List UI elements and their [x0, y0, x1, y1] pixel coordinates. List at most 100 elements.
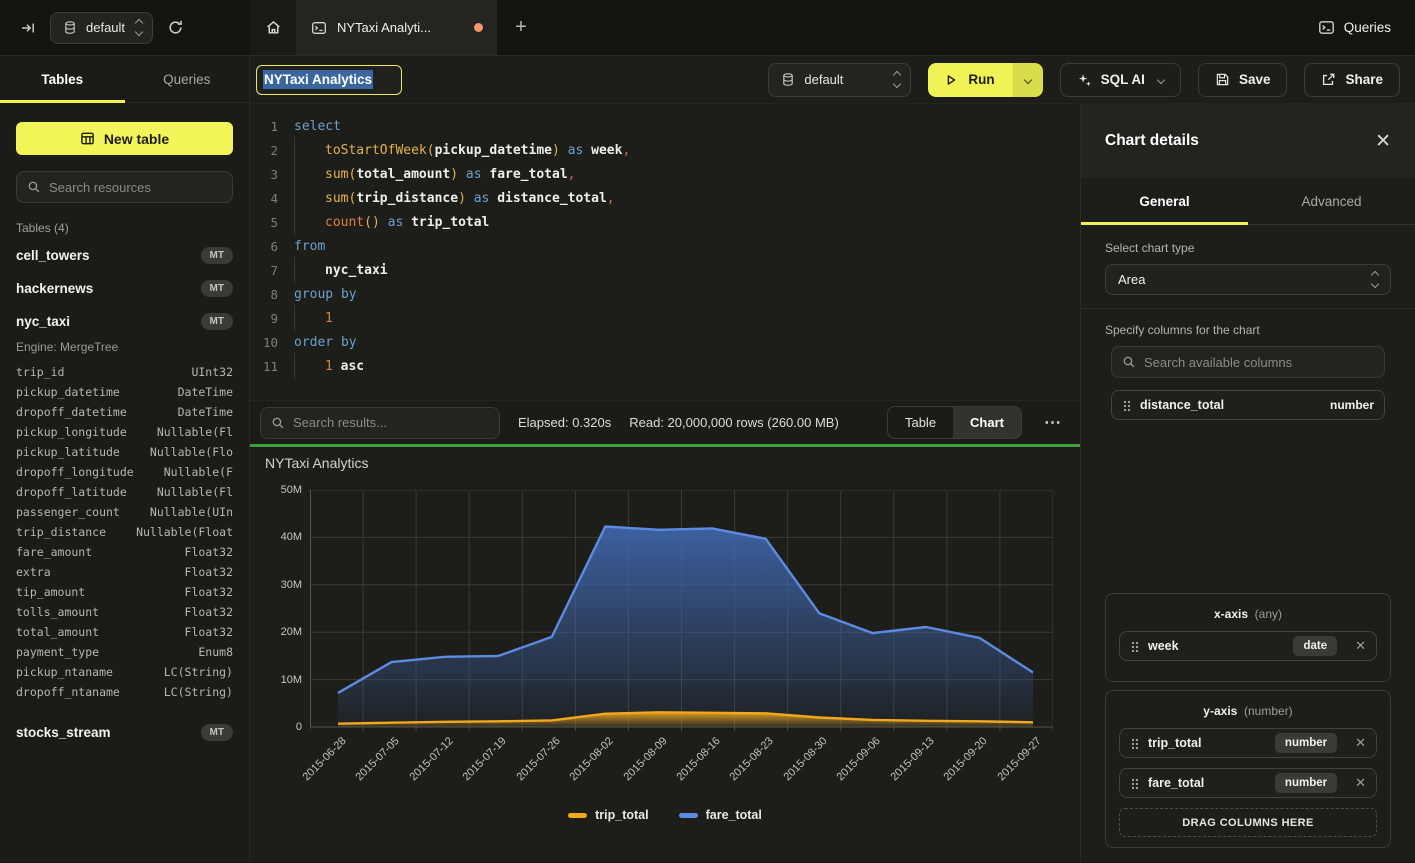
y-tick-label: 10M	[254, 674, 302, 686]
queries-button[interactable]: Queries	[1318, 19, 1391, 36]
more-options-icon[interactable]: ⋯	[1040, 413, 1066, 433]
column-row[interactable]: fare_amount Float32	[16, 542, 233, 562]
columns-search-input[interactable]	[1144, 355, 1374, 370]
column-row[interactable]: tip_amountFloat32	[16, 582, 233, 602]
column-item-distance_total[interactable]: distance_total number	[1111, 390, 1385, 420]
editor-line: 2toStartOfWeek(pickup_datetime) as week,	[250, 139, 1080, 163]
tab-advanced[interactable]: Advanced	[1248, 178, 1415, 224]
save-button[interactable]: Save	[1198, 63, 1288, 97]
column-row[interactable]: dropoff_longitudeNullable(F	[16, 462, 233, 482]
run-options-button[interactable]	[1013, 63, 1043, 97]
y-tick-label: 30M	[254, 579, 302, 591]
collapse-sidebar-icon[interactable]	[20, 20, 36, 36]
legend-item[interactable]: trip_total	[568, 808, 648, 822]
sidebar-search-input[interactable]	[49, 180, 222, 195]
column-row[interactable]: trip_idUInt32	[16, 362, 233, 382]
x-tick-label: 2015-09-27	[995, 735, 1043, 783]
new-table-button[interactable]: New table	[16, 122, 233, 155]
drag-handle-icon[interactable]	[1131, 641, 1138, 652]
column-row[interactable]: pickup_datetimeDateTime	[16, 382, 233, 402]
terminal-icon	[311, 20, 327, 36]
run-button[interactable]: Run	[928, 63, 1012, 97]
sidebar-search[interactable]	[16, 171, 233, 203]
column-row[interactable]: pickup_latitudeNullable(Flo	[16, 442, 233, 462]
results-search[interactable]	[260, 407, 500, 439]
engine-badge: MT	[201, 724, 233, 741]
column-item-trip_total[interactable]: trip_total number✕	[1119, 728, 1377, 758]
table-name: nyc_taxi	[16, 314, 70, 329]
main-area: 1select2toStartOfWeek(pickup_datetime) a…	[250, 104, 1080, 862]
column-row[interactable]: passenger_countNullable(UIn	[16, 502, 233, 522]
x-axis-heading: x-axis (any)	[1119, 603, 1377, 621]
column-row[interactable]: pickup_ntanameLC(String)	[16, 662, 233, 682]
query-database-selector[interactable]: default	[768, 63, 911, 97]
column-row[interactable]: trip_distanceNullable(Float	[16, 522, 233, 542]
tab-home[interactable]	[250, 0, 297, 55]
column-name: pickup_latitude	[16, 445, 120, 459]
share-button[interactable]: Share	[1304, 63, 1400, 97]
column-type: Float32	[185, 545, 233, 559]
refresh-icon[interactable]	[167, 19, 184, 36]
table-row[interactable]: hackernews MT	[16, 272, 233, 305]
x-tick-label: 2015-07-19	[461, 735, 509, 783]
drag-handle-icon[interactable]	[1123, 400, 1130, 411]
table-name: stocks_stream	[16, 725, 111, 740]
query-title-input[interactable]: NYTaxi Analytics	[256, 65, 402, 95]
column-type: DateTime	[178, 405, 233, 419]
share-label: Share	[1345, 72, 1383, 87]
tab-nytaxi-analytics[interactable]: NYTaxi Analyti...	[297, 0, 497, 55]
x-tick-label: 2015-07-26	[514, 735, 562, 783]
table-row[interactable]: cell_towers MT	[16, 239, 233, 272]
column-type: LC(String)	[164, 665, 233, 679]
column-row[interactable]: payment_typeEnum8	[16, 642, 233, 662]
column-row[interactable]: total_amountFloat32	[16, 622, 233, 642]
tab-tables[interactable]: Tables	[0, 56, 125, 102]
new-tab-button[interactable]: +	[497, 0, 545, 55]
close-icon[interactable]: ✕	[1375, 130, 1391, 153]
sql-editor[interactable]: 1select2toStartOfWeek(pickup_datetime) a…	[250, 104, 1080, 400]
column-row[interactable]: tolls_amountFloat32	[16, 602, 233, 622]
tab-general[interactable]: General	[1081, 178, 1248, 224]
available-columns: distance_total number	[1111, 380, 1385, 420]
column-name: fare_amount	[16, 545, 92, 559]
chart-type-select[interactable]: Area	[1105, 264, 1391, 295]
database-selector-value: default	[86, 20, 125, 35]
tables-section-label: Tables (4)	[0, 203, 249, 235]
toggle-chart[interactable]: Chart	[953, 407, 1021, 438]
area-chart-plot[interactable]	[310, 490, 1053, 737]
column-row[interactable]: dropoff_datetimeDateTime	[16, 402, 233, 422]
column-item-week[interactable]: week date✕	[1119, 631, 1377, 661]
line-number: 4	[250, 187, 278, 211]
column-name: pickup_longitude	[16, 425, 127, 439]
legend-item[interactable]: fare_total	[679, 808, 762, 822]
results-search-input[interactable]	[293, 415, 489, 430]
column-row[interactable]: dropoff_latitudeNullable(Fl	[16, 482, 233, 502]
table-row[interactable]: nyc_taxi MT	[16, 305, 233, 338]
column-row[interactable]: dropoff_ntanameLC(String)	[16, 682, 233, 702]
panel-tabs: General Advanced	[1081, 178, 1415, 225]
toggle-table[interactable]: Table	[888, 407, 953, 438]
column-type-badge: number	[1275, 733, 1337, 753]
table-row[interactable]: stocks_stream MT	[16, 716, 233, 749]
remove-icon[interactable]: ✕	[1355, 775, 1366, 791]
column-name: tip_amount	[16, 585, 85, 599]
work-row: 1select2toStartOfWeek(pickup_datetime) a…	[250, 104, 1415, 862]
column-name: trip_distance	[16, 525, 106, 539]
sql-ai-button[interactable]: SQL AI	[1060, 63, 1181, 97]
drag-handle-icon[interactable]	[1131, 778, 1138, 789]
editor-line: 7nyc_taxi	[250, 259, 1080, 283]
columns-search[interactable]	[1111, 346, 1385, 378]
database-selector[interactable]: default	[50, 12, 153, 44]
engine-badge: MT	[201, 313, 233, 330]
remove-icon[interactable]: ✕	[1355, 735, 1366, 751]
tab-queries[interactable]: Queries	[125, 56, 250, 102]
line-number: 2	[250, 139, 278, 163]
column-row[interactable]: extraFloat32	[16, 562, 233, 582]
drag-handle-icon[interactable]	[1131, 738, 1138, 749]
remove-icon[interactable]: ✕	[1355, 638, 1366, 654]
legend-swatch	[568, 813, 587, 818]
column-row[interactable]: pickup_longitudeNullable(Fl	[16, 422, 233, 442]
column-item-fare_total[interactable]: fare_total number✕	[1119, 768, 1377, 798]
chart-type-value: Area	[1118, 272, 1145, 287]
drag-columns-dropzone[interactable]: DRAG COLUMNS HERE	[1119, 808, 1377, 837]
